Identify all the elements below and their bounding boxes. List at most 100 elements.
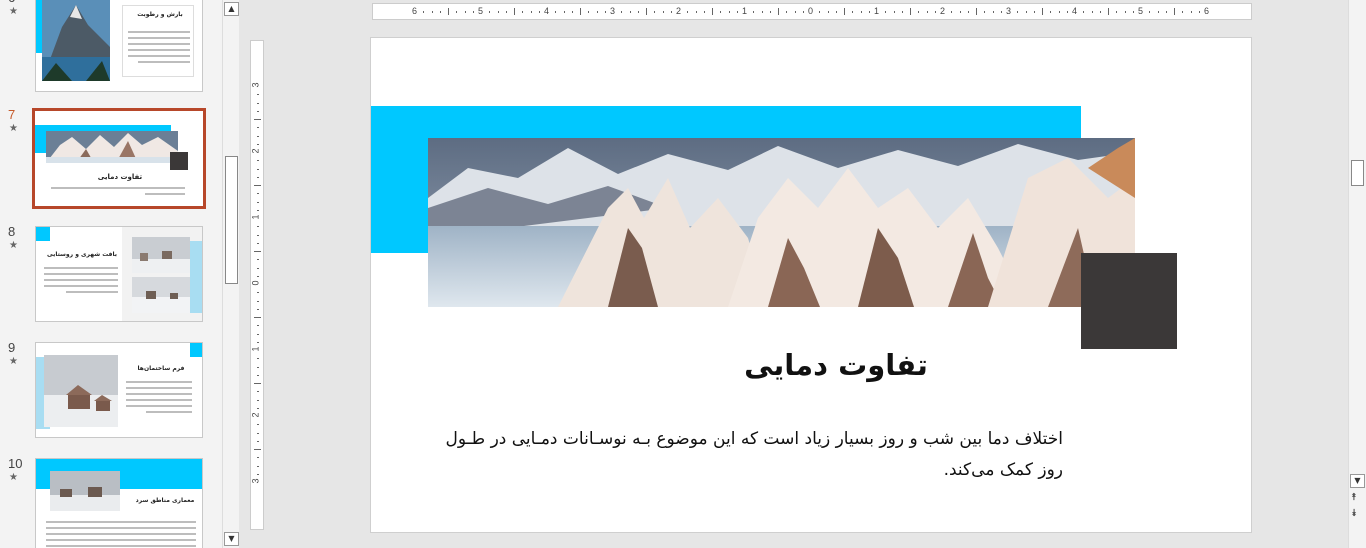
ruler-tick [1190, 11, 1192, 13]
ruler-tick [571, 11, 573, 13]
ruler-tick [257, 465, 259, 467]
ruler-tick [257, 366, 259, 368]
snow-village-image [44, 355, 118, 427]
ruler-tick [984, 11, 986, 13]
thumbnail-number: 9 [8, 340, 16, 355]
slide-body-text[interactable]: اختلاف دما بین شب و روز بسیار زیاد است ک… [443, 424, 1063, 486]
thumbnail-title: تفاوت دمایی [97, 173, 143, 181]
accent-bar [190, 343, 202, 357]
scroll-up-button[interactable]: ▲ [224, 2, 239, 16]
slide-canvas[interactable]: تفاوت دمایی اختلاف دما بین شب و روز بسیا… [370, 37, 1252, 533]
ruler-label: 5 [1138, 6, 1144, 16]
ruler-tick [257, 333, 259, 335]
ruler-tick [514, 8, 515, 15]
ruler-tick [778, 8, 779, 15]
ruler-label: 4 [544, 6, 550, 16]
village-image [132, 237, 190, 273]
accent-bar [36, 227, 50, 241]
thumbnail-slide-9[interactable]: فرم ساختمان‌ها [35, 342, 203, 438]
ruler-tick [1033, 11, 1035, 13]
animation-star-icon: ★ [9, 240, 18, 251]
ruler-tick [926, 11, 928, 13]
ruler-tick [423, 11, 425, 13]
ruler-tick [720, 11, 722, 13]
slide-scrollbar[interactable]: ▼ ⯭ ⯯ [1348, 0, 1366, 548]
ruler-tick [786, 11, 788, 13]
ruler-tick [1017, 11, 1019, 13]
ruler-label: 6 [412, 6, 418, 16]
thumbnail-title: بارش و رطوبت [137, 11, 183, 18]
ruler-tick [1083, 11, 1085, 13]
ruler-tick [257, 300, 259, 302]
thumbnail-scrollbar[interactable]: ▲ ▼ [222, 0, 239, 548]
ruler-tick [257, 399, 259, 401]
ruler-tick [257, 110, 259, 112]
scroll-down-button[interactable]: ▼ [224, 532, 239, 546]
dark-square [1081, 253, 1177, 349]
previous-slide-icon[interactable]: ⯭ [1351, 492, 1357, 503]
ruler-label: 1 [874, 6, 880, 16]
ruler-tick [1042, 8, 1043, 15]
ruler-tick [257, 259, 259, 261]
ruler-tick [802, 11, 804, 13]
ruler-tick [1165, 11, 1167, 13]
ruler-tick [670, 11, 672, 13]
mountain-image [46, 131, 178, 163]
ruler-tick [257, 374, 259, 376]
mountain-image [42, 0, 110, 81]
snowy-mountains-image[interactable] [428, 138, 1135, 307]
ruler-tick [976, 8, 977, 15]
ruler-tick [844, 8, 845, 15]
ruler-tick [1058, 11, 1060, 13]
horizontal-ruler[interactable]: 6 5 4 3 2 1 0 1 2 3 4 5 6 [372, 3, 1252, 20]
slide-title[interactable]: تفاوت دمایی [571, 348, 1101, 382]
ruler-tick [588, 11, 590, 13]
ruler-tick [257, 201, 259, 203]
scrollbar-thumb[interactable] [1351, 160, 1364, 186]
ruler-tick [257, 424, 259, 426]
ruler-tick [959, 11, 961, 13]
ruler-tick [1108, 8, 1109, 15]
ruler-tick [257, 407, 259, 409]
animation-star-icon: ★ [9, 6, 18, 17]
ruler-tick [967, 11, 969, 13]
ruler-label: 0 [808, 6, 814, 16]
thumbnail-title: بافت شهری و روستایی [47, 251, 117, 258]
ruler-tick [1050, 11, 1052, 13]
ruler-tick [538, 11, 540, 13]
ruler-tick [257, 226, 259, 228]
thumbnail-slide-7[interactable]: تفاوت دمایی [32, 108, 206, 209]
ruler-tick [662, 11, 664, 13]
scroll-down-button[interactable]: ▼ [1350, 474, 1365, 488]
ruler-tick [852, 11, 854, 13]
next-slide-icon[interactable]: ⯯ [1351, 508, 1357, 519]
ruler-tick [621, 11, 623, 13]
thumbnail-number: 8 [8, 224, 16, 239]
vertical-ruler[interactable]: 3 2 1 0 1 2 3 [250, 40, 264, 530]
ruler-tick [596, 11, 598, 13]
ruler-tick [257, 242, 259, 244]
thumbnail-number: 7 [8, 107, 16, 122]
ruler-tick [1091, 11, 1093, 13]
ruler-tick [254, 251, 261, 252]
ruler-tick [687, 11, 689, 13]
ruler-tick [893, 11, 895, 13]
ruler-tick [530, 11, 532, 13]
ruler-tick [257, 127, 259, 129]
thumbnail-slide-8[interactable]: بافت شهری و روستایی [35, 226, 203, 322]
ruler-tick [934, 11, 936, 13]
ruler-tick [654, 11, 656, 13]
ruler-tick [257, 193, 259, 195]
ruler-tick [794, 11, 796, 13]
scrollbar-thumb[interactable] [225, 156, 238, 284]
ruler-tick [951, 11, 953, 13]
thumbnail-slide-6[interactable]: بارش و رطوبت [35, 0, 203, 92]
animation-star-icon: ★ [9, 123, 18, 134]
thumbnail-slide-10[interactable]: معماری مناطق سرد [35, 458, 203, 548]
ruler-tick [456, 11, 458, 13]
ruler-tick [753, 11, 755, 13]
ruler-tick [257, 457, 259, 459]
ruler-tick [257, 168, 259, 170]
thumbnail-number: 6 [8, 0, 15, 5]
ruler-tick [629, 11, 631, 13]
